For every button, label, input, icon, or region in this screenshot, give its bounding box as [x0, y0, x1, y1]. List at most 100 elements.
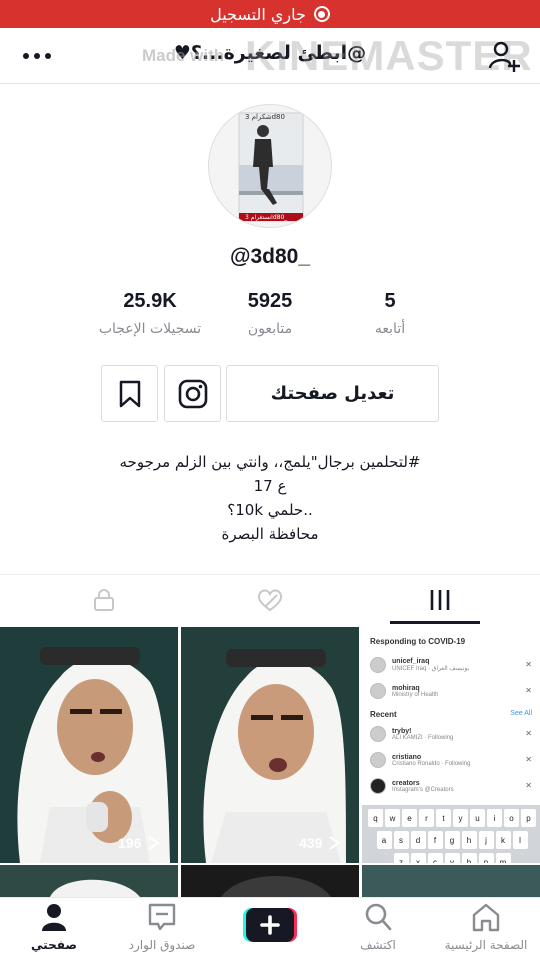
- keyboard-key: c: [427, 853, 443, 863]
- video-thumbnail[interactable]: 439: [181, 627, 359, 863]
- play-icon: [329, 836, 341, 850]
- bio-line: محافظة البصرة: [221, 525, 319, 543]
- keyboard-key: b: [461, 853, 477, 863]
- tab-liked[interactable]: [180, 575, 360, 625]
- profile-tabs: [0, 574, 540, 626]
- more-options-icon[interactable]: [20, 44, 54, 68]
- create-button[interactable]: [243, 908, 297, 942]
- keyboard-key: i: [487, 809, 502, 827]
- overlay-row: unicef_iraq UNICEF Iraq · يونيسف العراق ✕: [362, 652, 540, 678]
- nav-discover[interactable]: اكتشف: [324, 902, 432, 952]
- grid-icon: [430, 590, 450, 610]
- keyboard-key: j: [478, 831, 494, 849]
- likes-stat[interactable]: 25.9K تسجيلات الإعجاب: [80, 290, 220, 337]
- overlay-row-name: unicef_iraq: [392, 658, 430, 665]
- liked-heart-icon: [257, 589, 283, 612]
- keyboard-key: w: [385, 809, 400, 827]
- instagram-button[interactable]: [164, 365, 221, 422]
- profile-avatar[interactable]: شكرام 3d80 انستغرام 3d80_: [208, 104, 332, 228]
- avatar-caption-top: شكرام 3d80: [245, 113, 285, 121]
- overlay-row-sub: Cristiano Ronaldo · Following: [392, 760, 471, 767]
- account-avatar: [370, 752, 386, 768]
- video-thumbnail[interactable]: [0, 865, 178, 897]
- close-icon: ✕: [525, 686, 532, 695]
- close-icon: ✕: [525, 781, 532, 790]
- nav-inbox[interactable]: صندوق الوارد: [108, 902, 216, 952]
- keyboard-key: r: [419, 809, 434, 827]
- bio-line: #لتحلمين برجال"يلمج،، وانتي بين الزلم مر…: [119, 453, 421, 471]
- following-count: 5: [384, 290, 396, 312]
- overlay-heading: Responding to COVID-19: [370, 637, 466, 646]
- keyboard: qwertyuiop asdfghjkl zxcvbnm: [362, 805, 540, 863]
- home-icon: [472, 903, 500, 932]
- nav-label: صفحتي: [31, 938, 77, 952]
- account-avatar: [370, 683, 386, 699]
- keyboard-key: e: [402, 809, 417, 827]
- keyboard-row: qwertyuiop: [365, 809, 539, 827]
- add-friend-icon[interactable]: [486, 38, 522, 74]
- nav-label: الصفحة الرئيسية: [444, 938, 528, 952]
- keyboard-key: l: [512, 831, 528, 849]
- nav-home[interactable]: الصفحة الرئيسية: [432, 902, 540, 952]
- account-avatar: [370, 657, 386, 673]
- overlay-row: cristiano Cristiano Ronaldo · Following ✕: [362, 747, 540, 773]
- record-icon: [313, 6, 330, 22]
- recording-status-bar[interactable]: جاري التسجيل: [0, 0, 540, 28]
- tab-videos[interactable]: [350, 575, 530, 625]
- following-stat[interactable]: 5 أتابعه: [320, 290, 460, 337]
- keyboard-key: t: [436, 809, 451, 827]
- keyboard-key: u: [470, 809, 485, 827]
- followers-label: متابعون: [247, 321, 293, 337]
- video-frame: [0, 627, 178, 863]
- keyboard-row: asdfghjkl: [365, 831, 539, 849]
- bio-line: ع 17: [253, 477, 287, 495]
- close-icon: ✕: [525, 660, 532, 669]
- followers-stat[interactable]: 5925 متابعون: [200, 290, 340, 337]
- keyboard-key: x: [410, 853, 426, 863]
- keyboard-key: g: [444, 831, 460, 849]
- following-label: أتابعه: [374, 321, 406, 337]
- overlay-row: mohiraq Ministry of Health ✕: [362, 678, 540, 704]
- video-frame: [50, 879, 140, 897]
- lock-icon: [94, 589, 114, 611]
- overlay-row-sub: UNICEF Iraq · يونيسف العراق: [392, 666, 470, 672]
- recent-header: Recent See All: [362, 704, 540, 721]
- recent-label: Recent: [370, 710, 397, 719]
- recording-label: جاري التسجيل: [210, 4, 306, 24]
- video-thumbnail[interactable]: [362, 865, 540, 897]
- video-thumbnail[interactable]: 196: [0, 627, 178, 863]
- avatar-photo: [209, 105, 331, 227]
- view-count-value: 439: [299, 835, 323, 851]
- instagram-icon: [178, 379, 207, 408]
- video-frame: [181, 627, 359, 863]
- keyboard-key: m: [495, 853, 511, 863]
- see-all-label: See All: [510, 710, 532, 717]
- video-grid: 196 439 Responding to COVID-19 unicef_ir…: [0, 627, 540, 897]
- video-thumbnail[interactable]: Responding to COVID-19 unicef_iraq UNICEF…: [362, 627, 540, 863]
- overlay-row-name: mohiraq: [392, 684, 420, 692]
- likes-label: تسجيلات الإعجاب: [98, 321, 202, 337]
- keyboard-key: o: [504, 809, 519, 827]
- inbox-icon: [148, 903, 176, 931]
- edit-profile-button[interactable]: تعديل صفحتك: [226, 365, 439, 422]
- video-thumbnail[interactable]: [181, 865, 359, 897]
- account-avatar: [370, 726, 386, 742]
- active-tab-indicator: [390, 621, 480, 624]
- avatar-caption-bottom: انستغرام 3d80_: [245, 214, 288, 221]
- search-icon: [365, 903, 392, 931]
- bookmark-icon: [119, 380, 140, 407]
- overlay-row: creators Instagram's @Creators ✕: [362, 773, 540, 799]
- play-icon: [148, 836, 160, 850]
- view-count: 196: [118, 835, 160, 851]
- keyboard-key: f: [427, 831, 443, 849]
- nav-label: اكتشف: [360, 938, 396, 952]
- view-count: 439: [299, 835, 341, 851]
- keyboard-row: zxcvbnm: [365, 853, 539, 863]
- nav-me[interactable]: صفحتي: [0, 902, 108, 952]
- overlay-row-name: cristiano: [392, 753, 422, 761]
- overlay-row-name: tryby!: [392, 727, 412, 735]
- bio-line: ..حلمي 10k؟: [227, 501, 313, 519]
- tab-private[interactable]: [14, 575, 194, 625]
- favorites-button[interactable]: [101, 365, 158, 422]
- followers-count: 5925: [247, 290, 293, 312]
